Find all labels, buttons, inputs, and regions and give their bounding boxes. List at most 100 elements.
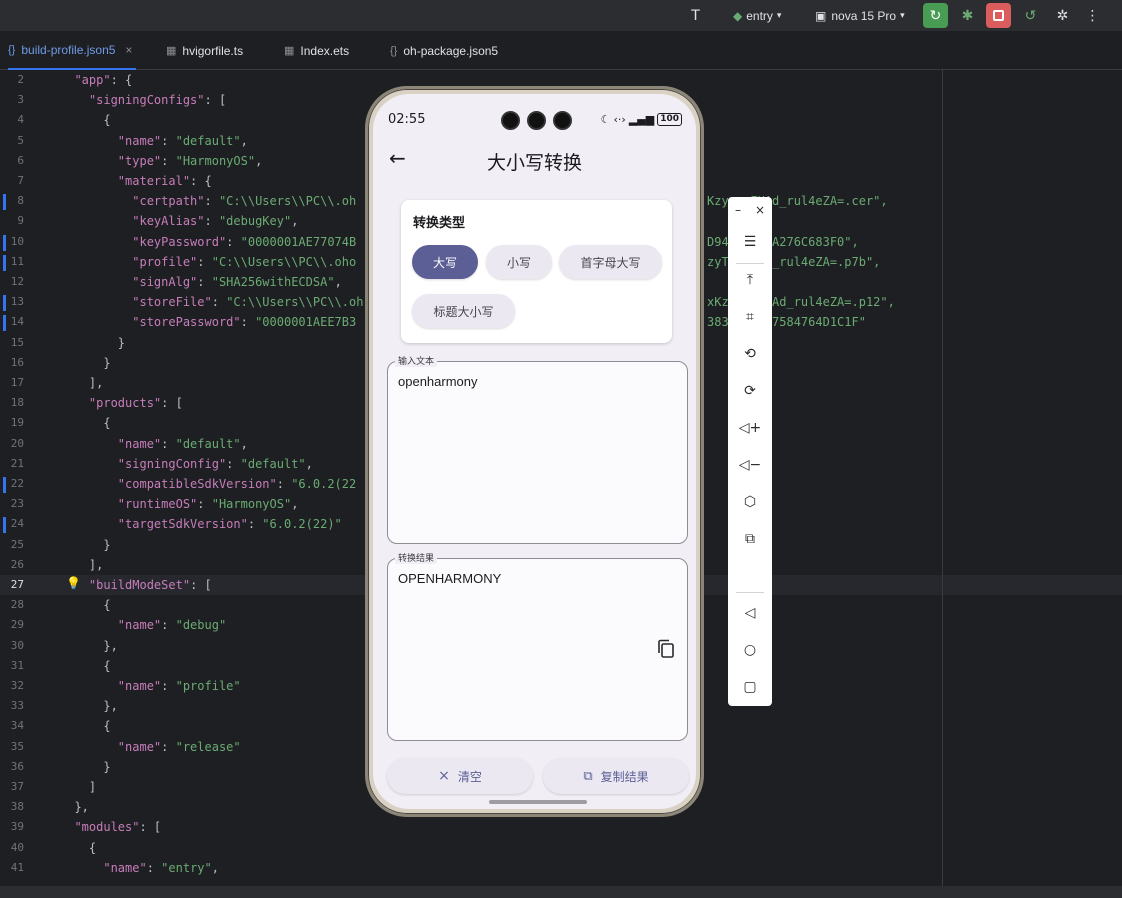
code-line[interactable]: "keyPassword": "0000001AE77074B <box>60 235 356 249</box>
line-number: 30 <box>10 638 24 652</box>
clear-button[interactable]: × 清空 <box>387 758 533 794</box>
tab-build-profile[interactable]: {} build-profile.json5 × <box>8 31 137 70</box>
code-line[interactable]: "name": "default", <box>60 134 248 148</box>
line-number: 3 <box>17 93 24 107</box>
code-line[interactable]: } <box>60 760 110 774</box>
rotate-device-icon[interactable]: ⬡ <box>728 494 772 510</box>
camera-icon <box>553 111 572 130</box>
reload-icon[interactable]: ↺ <box>1018 3 1043 28</box>
code-line[interactable]: "name": "default", <box>60 437 248 451</box>
copy-result-button[interactable]: ⧉ 复制结果 <box>543 758 689 794</box>
code-line[interactable]: "app": { <box>60 73 132 87</box>
code-line[interactable]: "profile": "C:\\Users\\PC\\.oho <box>60 255 356 269</box>
code-line[interactable]: { <box>60 659 110 673</box>
tab-label: Index.ets <box>300 43 350 58</box>
copy-icon[interactable] <box>657 639 675 659</box>
more-options-icon[interactable]: ⋮ <box>1080 3 1105 28</box>
code-line[interactable]: { <box>60 719 110 733</box>
pin-top-icon[interactable]: ⤒ <box>728 272 772 288</box>
tab-oh-package[interactable]: {} oh-package.json5 <box>390 31 498 70</box>
rotate-left-icon[interactable]: ⟲ <box>728 346 772 362</box>
home-indicator[interactable] <box>489 800 587 804</box>
card-title: 转换类型 <box>413 216 466 231</box>
code-line[interactable]: }, <box>60 800 88 814</box>
line-number: 5 <box>17 133 24 147</box>
line-number: 33 <box>10 699 24 713</box>
code-line[interactable]: { <box>60 113 110 127</box>
run-icon[interactable]: ↻ <box>923 3 948 28</box>
rotate-right-icon[interactable]: ⟳ <box>728 383 772 399</box>
code-line[interactable]: "runtimeOS": "HarmonyOS", <box>60 497 299 511</box>
code-line[interactable]: ] <box>60 780 96 794</box>
line-number: 40 <box>10 840 24 854</box>
code-line[interactable]: "name": "release" <box>60 740 241 754</box>
code-line[interactable]: "name": "entry", <box>60 861 219 875</box>
code-line[interactable]: } <box>60 356 110 370</box>
copy-icon: ⧉ <box>583 768 593 784</box>
code-line[interactable]: "storeFile": "C:\\Users\\PC\\.oh <box>60 295 363 309</box>
code-line[interactable]: "buildModeSet": [ <box>60 578 212 592</box>
code-line[interactable]: "material": { <box>60 174 212 188</box>
code-line[interactable]: "keyAlias": "debugKey", <box>60 214 298 228</box>
status-time: 02:55 <box>388 112 426 127</box>
code-line[interactable]: "signingConfigs": [ <box>60 93 226 107</box>
screenshot-icon[interactable]: ⌗ <box>728 309 772 325</box>
code-line[interactable]: { <box>60 416 110 430</box>
line-number: 26 <box>10 557 24 571</box>
input-value[interactable]: openharmony <box>398 374 478 389</box>
menu-icon[interactable]: ☰ <box>728 234 772 250</box>
code-line[interactable]: "name": "debug" <box>60 618 226 632</box>
input-text-field[interactable]: 输入文本 openharmony <box>387 354 688 544</box>
code-line[interactable]: { <box>60 598 110 612</box>
code-line[interactable]: "modules": [ <box>60 820 161 834</box>
copy-label: 复制结果 <box>600 769 649 784</box>
code-line[interactable]: "compatibleSdkVersion": "6.0.2(22 <box>60 477 356 491</box>
code-line[interactable]: "targetSdkVersion": "6.0.2(22)" <box>60 517 342 531</box>
code-line[interactable]: } <box>60 538 110 552</box>
module-icon: ◆ <box>733 8 743 23</box>
module-label: entry <box>746 8 773 23</box>
code-line[interactable]: }, <box>60 639 117 653</box>
code-line[interactable]: }, <box>60 699 117 713</box>
line-gutter: 2 3 4 5 6 7 8 9 10 11 12 13 14 15 16 17 18 19 20 21 22 23 24 25… <box>0 70 58 886</box>
code-line[interactable]: "certpath": "C:\\Users\\PC\\.oh <box>60 194 356 208</box>
code-line[interactable]: "type": "HarmonyOS", <box>60 154 263 168</box>
line-number: 35 <box>10 739 24 753</box>
text-tool-icon[interactable]: T <box>683 3 708 28</box>
device-selector[interactable]: ▣ nova 15 Pro ▾ <box>815 0 905 31</box>
line-number: 23 <box>10 497 24 511</box>
nav-home-icon[interactable]: ○ <box>728 642 772 658</box>
volume-up-icon[interactable]: ◁+ <box>728 420 772 436</box>
code-line[interactable]: "storePassword": "0000001AEE7B3 <box>60 315 356 329</box>
close-icon[interactable]: × <box>125 43 132 57</box>
debug-icon[interactable]: ✱ <box>955 3 980 28</box>
option-lowercase[interactable]: 小写 <box>486 245 552 279</box>
lightbulb-icon[interactable]: 💡 <box>66 576 81 590</box>
change-marker <box>3 194 6 211</box>
line-number: 19 <box>10 416 24 430</box>
module-selector[interactable]: ◆ entry ▾ <box>733 0 781 31</box>
tab-hvigorfile[interactable]: ▦ hvigorfile.ts <box>166 31 243 70</box>
code-line[interactable]: "name": "profile" <box>60 679 241 693</box>
code-line[interactable]: ], <box>60 558 103 572</box>
code-line[interactable]: "signAlg": "SHA256withECDSA", <box>60 275 342 289</box>
option-capitalize[interactable]: 首字母大写 <box>559 245 662 279</box>
option-title-case[interactable]: 标题大小写 <box>412 294 515 328</box>
camera-icon <box>527 111 546 130</box>
tab-index[interactable]: ▦ Index.ets <box>284 31 349 70</box>
code-line[interactable]: "signingConfig": "default", <box>60 457 313 471</box>
code-line[interactable]: } <box>60 336 125 350</box>
attach-debugger-icon[interactable]: ✲ <box>1050 3 1075 28</box>
code-line[interactable]: "products": [ <box>60 396 183 410</box>
volume-down-icon[interactable]: ◁− <box>728 457 772 473</box>
code-line[interactable]: ], <box>60 376 103 390</box>
close-icon[interactable]: × <box>755 203 765 217</box>
nav-recents-icon[interactable]: ▢ <box>728 679 772 695</box>
fold-device-icon[interactable]: ⧉ <box>728 531 772 547</box>
code-line[interactable]: { <box>60 841 96 855</box>
divider <box>736 592 764 593</box>
stop-icon[interactable] <box>986 3 1011 28</box>
minimize-icon[interactable]: – <box>735 203 741 217</box>
option-uppercase[interactable]: 大写 <box>412 245 478 279</box>
nav-back-icon[interactable]: ◁ <box>728 605 772 621</box>
